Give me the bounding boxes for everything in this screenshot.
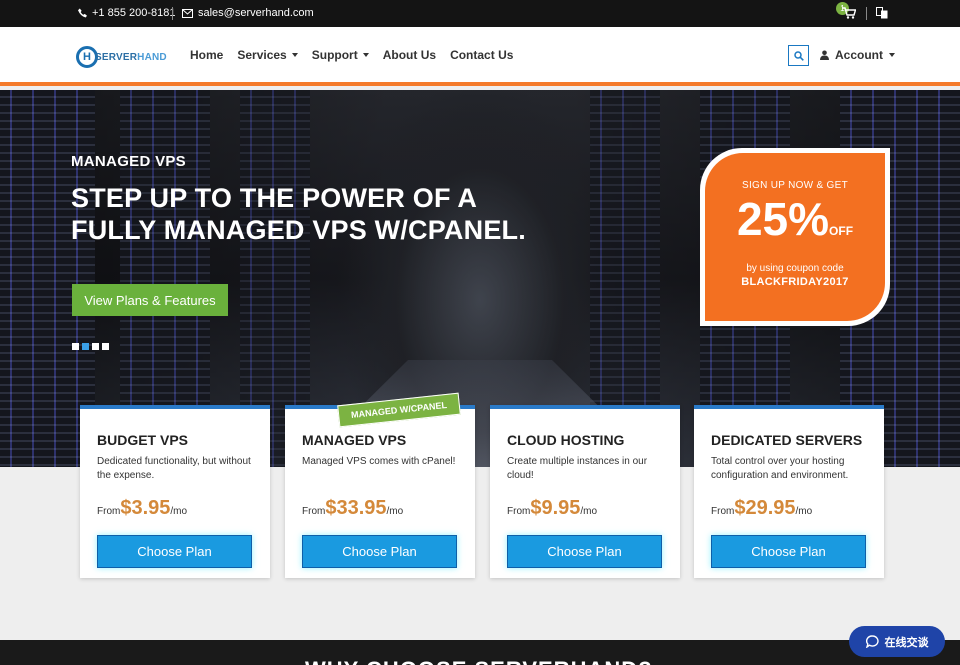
plan-description: Dedicated functionality, but without the…	[97, 456, 251, 481]
view-plans-button[interactable]: View Plans & Features	[72, 284, 228, 316]
plan-description: Create multiple instances in our cloud!	[507, 456, 648, 481]
nav-support[interactable]: Support	[312, 48, 369, 62]
hero-subtitle: MANAGED VPS	[71, 153, 186, 170]
top-bar: +1 855 200-8181 sales@serverhand.com 1	[0, 0, 960, 27]
email-contact[interactable]: sales@serverhand.com	[182, 7, 314, 19]
price-period: /mo	[795, 506, 813, 517]
promo-badge[interactable]: SIGN UP NOW & GET 25%OFF by using coupon…	[700, 148, 890, 326]
nav-services[interactable]: Services	[237, 48, 298, 62]
promo-headline: SIGN UP NOW & GET	[741, 180, 849, 191]
promo-off: OFF	[829, 224, 854, 238]
serverhand-logo[interactable]: H SERVERHAND	[76, 46, 167, 68]
plan-card-budget-vps: BUDGET VPS Dedicated functionality, but …	[80, 405, 270, 578]
plan-price: From $3.95/mo	[97, 497, 187, 520]
nav-home[interactable]: Home	[190, 48, 223, 62]
slider-dot[interactable]	[102, 343, 109, 350]
chevron-down-icon	[291, 53, 298, 57]
price-period: /mo	[170, 506, 188, 517]
nav-home-label: Home	[190, 48, 224, 62]
phone-number[interactable]: +1 855 200-8181	[92, 7, 176, 19]
nav-about-label: About Us	[382, 48, 437, 62]
choose-plan-button[interactable]: Choose Plan	[711, 535, 866, 568]
divider	[866, 7, 867, 20]
nav-support-label: Support	[311, 48, 358, 62]
price-prefix: From	[97, 506, 121, 517]
promo-percent: 25%	[736, 193, 830, 245]
cart-icon[interactable]	[842, 7, 856, 19]
promo-content: SIGN UP NOW & GET 25%OFF by using coupon…	[705, 153, 885, 321]
phone-icon	[78, 8, 87, 18]
divider	[172, 7, 173, 20]
price-prefix: From	[302, 506, 326, 517]
promo-discount: 25%OFF	[705, 195, 885, 255]
search-button[interactable]	[788, 45, 809, 66]
slider-dots	[72, 343, 109, 350]
plan-name: MANAGED VPS	[302, 432, 407, 448]
plan-price: From $33.95/mo	[302, 497, 403, 520]
plan-card-managed-vps: MANAGED VPS Managed VPS comes with cPane…	[285, 405, 475, 578]
plan-name: CLOUD HOSTING	[507, 432, 625, 448]
promo-note: by using coupon code	[746, 263, 844, 274]
promo-coupon-code: BLACKFRIDAY2017	[741, 276, 849, 288]
plan-price: From $29.95/mo	[711, 497, 812, 520]
live-chat-button[interactable]: 在线交谈	[849, 626, 945, 657]
chevron-down-icon	[362, 53, 369, 57]
price-amount: $33.95	[325, 497, 387, 519]
price-amount: $3.95	[120, 497, 171, 519]
price-amount: $9.95	[530, 497, 581, 519]
main-menu: Home Services Support About Us Contact U…	[190, 48, 513, 62]
price-period: /mo	[386, 506, 404, 517]
plan-name: BUDGET VPS	[97, 432, 189, 448]
search-icon	[793, 50, 804, 61]
why-choose-section: WHY CHOOSE SERVERHAND?	[0, 640, 960, 665]
plan-card-cloud-hosting: CLOUD HOSTING Create multiple instances …	[490, 405, 680, 578]
plan-price: From $9.95/mo	[507, 497, 597, 520]
slider-dot[interactable]	[92, 343, 99, 350]
user-icon	[820, 50, 829, 60]
chat-label: 在线交谈	[884, 636, 929, 649]
language-icon[interactable]	[876, 7, 888, 19]
price-period: /mo	[580, 506, 598, 517]
nav-contact-label: Contact Us	[450, 48, 514, 62]
price-amount: $29.95	[734, 497, 796, 519]
phone-contact[interactable]: +1 855 200-8181	[78, 7, 176, 19]
plan-name: DEDICATED SERVERS	[711, 432, 863, 448]
price-prefix: From	[507, 506, 531, 517]
plan-card-dedicated-servers: DEDICATED SERVERS Total control over you…	[694, 405, 884, 578]
slider-dot[interactable]	[72, 343, 79, 350]
choose-plan-button[interactable]: Choose Plan	[302, 535, 457, 568]
logo-word-server: SERVER	[95, 51, 138, 63]
main-navbar: H SERVERHAND Home Services Support About…	[0, 27, 960, 86]
nav-contact-us[interactable]: Contact Us	[450, 48, 513, 62]
choose-plan-button[interactable]: Choose Plan	[97, 535, 252, 568]
choose-plan-button[interactable]: Choose Plan	[507, 535, 662, 568]
section-heading: WHY CHOOSE SERVERHAND?	[305, 657, 653, 665]
email-address[interactable]: sales@serverhand.com	[198, 7, 314, 19]
hero-title: STEP UP TO THE POWER OF A FULLY MANAGED …	[71, 183, 526, 245]
logo-wordmark: SERVERHAND	[95, 52, 167, 63]
logo-word-hand: HAND	[137, 51, 167, 63]
account-label: Account	[835, 48, 883, 62]
nav-services-label: Services	[237, 48, 287, 62]
account-menu[interactable]: Account	[820, 48, 895, 62]
slider-dot-active[interactable]	[82, 343, 89, 350]
chat-bubble-icon	[865, 635, 879, 648]
plan-description: Managed VPS comes with cPanel!	[302, 456, 456, 467]
plan-description: Total control over your hosting configur…	[711, 456, 849, 481]
chevron-down-icon	[889, 53, 895, 57]
envelope-icon	[182, 8, 193, 18]
price-prefix: From	[711, 506, 735, 517]
nav-about-us[interactable]: About Us	[383, 48, 436, 62]
